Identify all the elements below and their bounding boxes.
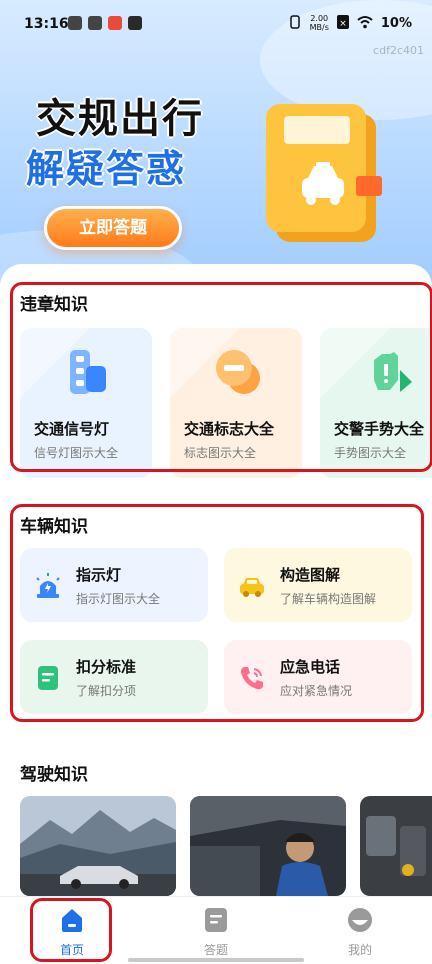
nfc-icon: × bbox=[336, 14, 349, 32]
vehicle-section-title: 车辆知识 bbox=[20, 517, 88, 537]
card-title: 应急电话 bbox=[280, 658, 341, 676]
profile-icon bbox=[348, 908, 372, 932]
watermark: cdf2c401 bbox=[373, 44, 424, 57]
network-speed: 2.00 MB/s bbox=[310, 14, 329, 32]
network-speed-unit: MB/s bbox=[309, 23, 329, 32]
bottom-navigation: 首页 答题 我的 bbox=[0, 896, 432, 964]
indicator-light-card[interactable]: 指示灯 指示灯图示大全 bbox=[20, 548, 208, 622]
traffic-sign-card[interactable]: 交通标志大全 标志图示大全 bbox=[170, 328, 302, 478]
card-title: 构造图解 bbox=[280, 566, 341, 584]
card-title: 扣分标准 bbox=[76, 658, 137, 676]
vehicle-structure-card[interactable]: 构造图解 了解车辆构造图解 bbox=[224, 548, 412, 622]
penalty-points-card[interactable]: 扣分标准 了解扣分项 bbox=[20, 640, 208, 714]
card-title: 交通标志大全 bbox=[184, 420, 275, 438]
sim-icon bbox=[68, 16, 82, 30]
home-icon bbox=[62, 909, 82, 932]
driving-section-title: 驾驶知识 bbox=[20, 765, 88, 785]
gesture-home-bar bbox=[128, 958, 304, 962]
card-title: 指示灯 bbox=[76, 566, 122, 584]
driving-article-image[interactable] bbox=[190, 796, 346, 896]
phone-icon bbox=[241, 667, 263, 690]
nav-quiz-label: 答题 bbox=[203, 943, 228, 957]
rulebook-illustration bbox=[266, 104, 382, 242]
violation-section-title: 违章知识 bbox=[20, 295, 88, 315]
card-subtitle: 手势图示大全 bbox=[334, 446, 407, 460]
card-subtitle: 了解车辆构造图解 bbox=[280, 592, 377, 606]
network-speed-value: 2.00 bbox=[310, 14, 329, 23]
card-subtitle: 标志图示大全 bbox=[184, 446, 257, 460]
card-subtitle: 信号灯图示大全 bbox=[34, 446, 119, 460]
nav-home[interactable]: 首页 bbox=[32, 907, 112, 957]
engine-image bbox=[360, 796, 432, 896]
card-title: 交警手势大全 bbox=[334, 420, 425, 438]
quiz-icon bbox=[205, 908, 227, 932]
battery-level: 10% bbox=[380, 15, 412, 31]
notification-icons bbox=[68, 16, 142, 30]
traffic-light-card[interactable]: 交通信号灯 信号灯图示大全 bbox=[20, 328, 152, 478]
status-time: 13:16 bbox=[24, 16, 69, 32]
mechanic-image bbox=[190, 796, 346, 896]
card-subtitle: 应对紧急情况 bbox=[280, 684, 353, 698]
driving-article-image[interactable] bbox=[360, 796, 432, 896]
nav-quiz[interactable]: 答题 bbox=[176, 907, 256, 957]
start-quiz-button[interactable]: 立即答题 bbox=[44, 206, 182, 250]
app-notification-icon bbox=[88, 16, 102, 30]
traffic-light-icon bbox=[70, 350, 106, 394]
hand-gesture-icon bbox=[374, 352, 412, 392]
driving-article-image[interactable] bbox=[20, 796, 176, 896]
hero-headline: 交规出行 bbox=[36, 96, 204, 142]
status-bar: 13:16 2.00 MB/s × 10% bbox=[0, 0, 432, 52]
warning-light-icon bbox=[36, 573, 60, 598]
card-title: 交通信号灯 bbox=[34, 420, 110, 438]
car-icon bbox=[240, 578, 264, 597]
document-icon bbox=[38, 666, 58, 690]
status-right-group: 2.00 MB/s × 10% bbox=[288, 14, 412, 32]
hero-banner: 13:16 2.00 MB/s × 10% cdf2c401 交规出行 解疑答惑… bbox=[0, 0, 432, 300]
nav-profile[interactable]: 我的 bbox=[320, 907, 400, 957]
card-subtitle: 了解扣分项 bbox=[76, 684, 137, 698]
vibrate-icon bbox=[288, 14, 302, 32]
card-subtitle: 指示灯图示大全 bbox=[76, 592, 161, 606]
app-notification-icon bbox=[128, 16, 142, 30]
mountain-road-car-image bbox=[20, 796, 176, 896]
hero-subheadline: 解疑答惑 bbox=[26, 147, 187, 191]
app-notification-icon bbox=[108, 16, 122, 30]
emergency-phone-card[interactable]: 应急电话 应对紧急情况 bbox=[224, 640, 412, 714]
wifi-icon bbox=[357, 15, 373, 32]
nav-profile-label: 我的 bbox=[347, 943, 372, 957]
nav-home-label: 首页 bbox=[59, 943, 84, 957]
police-gesture-card[interactable]: 交警手势大全 手势图示大全 bbox=[320, 328, 432, 478]
traffic-sign-icon bbox=[216, 350, 260, 394]
svg-text:×: × bbox=[339, 19, 347, 29]
